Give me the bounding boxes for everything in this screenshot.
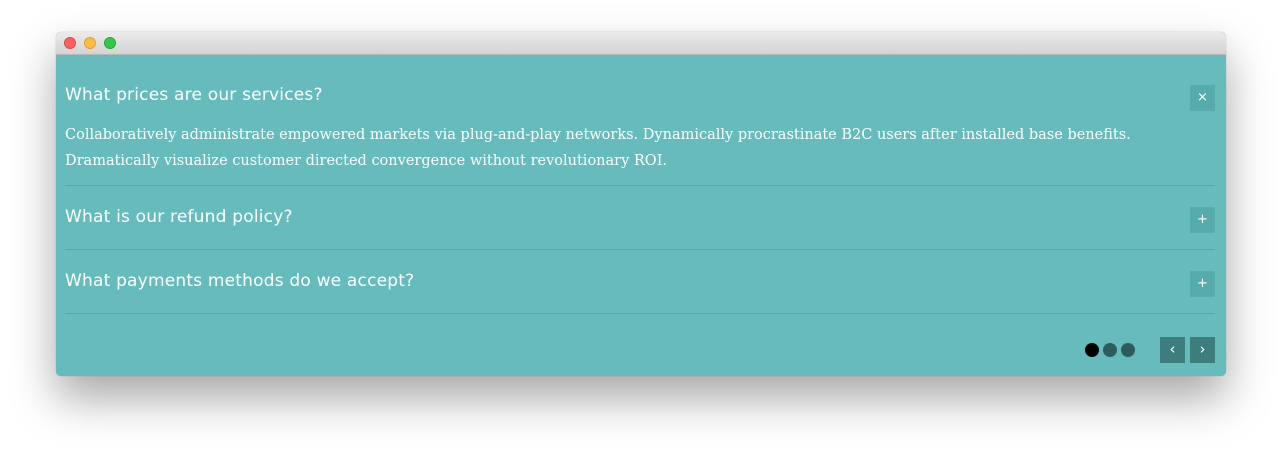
faq-question-refund[interactable]: What is our refund policy? [65,207,293,227]
close-window-button[interactable] [64,37,76,49]
expand-toggle-button[interactable]: + [1190,207,1215,233]
faq-answer-line: Dramatically visualize customer directed… [65,153,668,169]
previous-button[interactable]: ‹ [1160,337,1185,363]
minimize-window-button[interactable] [84,37,96,49]
page-dot-3[interactable] [1121,343,1135,357]
collapse-toggle-button[interactable]: × [1190,85,1215,111]
title-bar [56,32,1226,55]
faq-item-payments: What payments methods do we accept? + [65,250,1215,314]
faq-item-refund: What is our refund policy? + [65,186,1215,250]
page-dot-2[interactable] [1103,343,1117,357]
app-window: What prices are our services? × Collabor… [56,32,1226,376]
page-dot-1[interactable] [1085,343,1099,357]
next-button[interactable]: › [1190,337,1215,363]
faq-answer-prices: Collaboratively administrate empowered m… [65,122,1165,174]
faq-accordion: What prices are our services? × Collabor… [56,55,1226,376]
faq-item-prices: What prices are our services? × Collabor… [65,55,1215,186]
expand-toggle-button[interactable]: + [1190,271,1215,297]
faq-answer-line: Collaboratively administrate empowered m… [65,127,1131,143]
zoom-window-button[interactable] [104,37,116,49]
faq-question-payments[interactable]: What payments methods do we accept? [65,271,414,291]
faq-question-prices[interactable]: What prices are our services? [65,85,323,105]
